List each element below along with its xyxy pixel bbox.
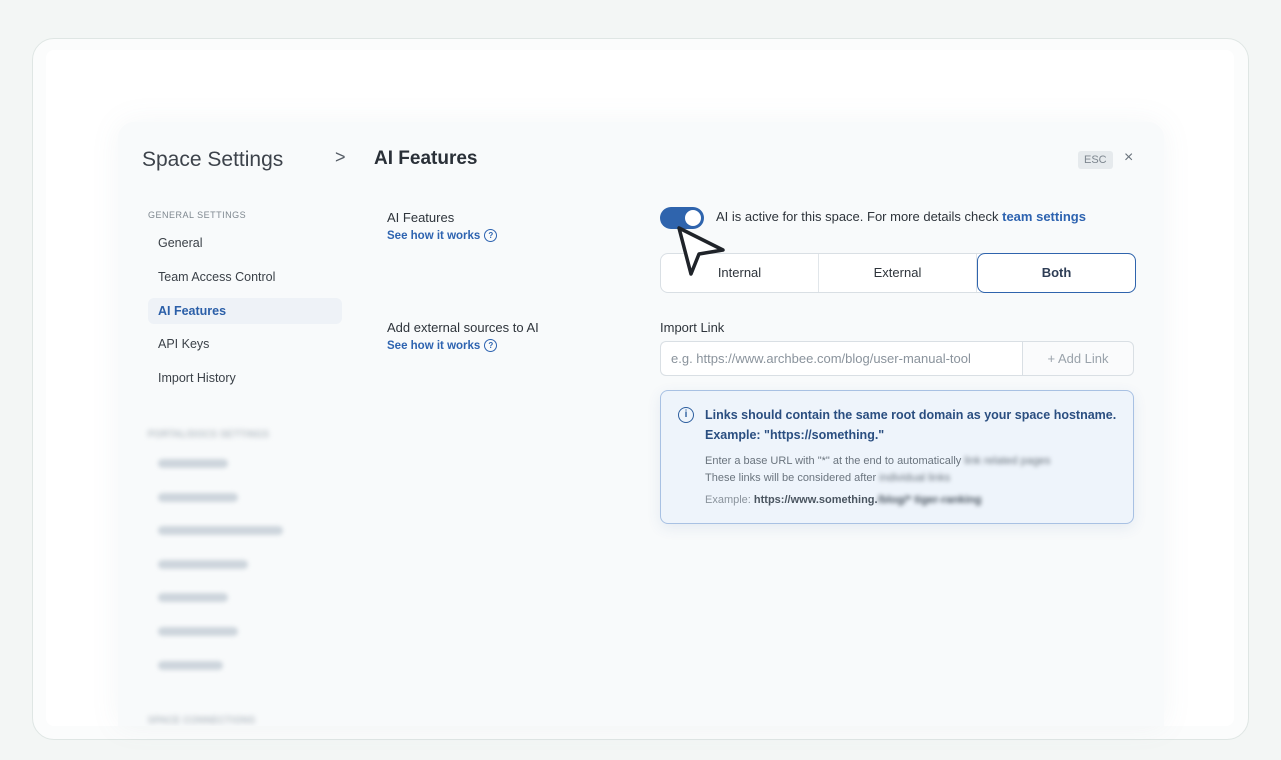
sidebar-heading-docs: PORTAL/DOCS SETTINGS [148,429,270,439]
sidebar-item-blurred[interactable] [158,526,283,535]
import-link-label: Import Link [660,320,725,335]
sidebar-item-team-access-control[interactable]: Team Access Control [148,264,342,290]
info-line-2-text: These links will be considered after [705,472,877,484]
close-icon[interactable]: × [1124,149,1133,167]
mouse-cursor-icon [677,226,725,276]
info-example: Example: https://www.something./blog/* t… [705,494,1117,506]
example-label: Example: [705,494,751,506]
ai-status-text: AI is active for this space. For more de… [716,209,1086,224]
info-title: Links should contain the same root domai… [705,408,1117,442]
sidebar-item-blurred[interactable] [158,459,228,468]
sidebar-heading-connections: SPACE CONNECTIONS [148,715,256,725]
info-line-2-blurred: individual links [879,472,951,484]
info-line-1-text: Enter a base URL with "*" at the end to … [705,455,962,467]
see-how-it-works-link[interactable]: See how it works ? [387,229,498,242]
sidebar-item-blurred[interactable] [158,593,228,602]
esc-badge: ESC [1078,151,1113,169]
see-how-it-works-link-2[interactable]: See how it works ? [387,339,498,352]
ai-scope-segmented-control: Internal External Both [660,253,1136,293]
sidebar-item-import-history[interactable]: Import History [148,365,342,391]
help-circle-icon: ? [484,339,498,352]
sidebar-item-general[interactable]: General [148,230,342,256]
space-settings-modal: Space Settings > AI Features ESC × GENER… [118,122,1164,726]
page-title: AI Features [374,148,478,169]
sidebar-item-blurred[interactable] [158,661,223,670]
example-blurred: /blog/* tiger-ranking [877,494,982,506]
ai-features-label: AI Features [387,210,455,225]
segment-both[interactable]: Both [977,253,1136,293]
sidebar-item-blurred[interactable] [158,493,238,502]
see-how-it-works-text: See how it works [387,339,481,352]
breadcrumb-root[interactable]: Space Settings [142,148,283,172]
help-circle-icon: ? [484,229,498,242]
info-line-1-blurred: link related pages [964,455,1051,467]
info-callout: i Links should contain the same root dom… [660,390,1134,524]
sidebar-heading-general: GENERAL SETTINGS [148,210,247,220]
external-sources-label: Add external sources to AI [387,320,539,335]
sidebar-item-blurred[interactable] [158,627,238,636]
chevron-right-icon: > [335,147,346,167]
sidebar-item-ai-features[interactable]: AI Features [148,298,342,324]
ai-status-message: AI is active for this space. For more de… [716,209,999,224]
sidebar-item-api-keys[interactable]: API Keys [148,331,342,357]
info-line-1: Enter a base URL with "*" at the end to … [705,453,1117,470]
example-value: https://www.something. [753,494,878,506]
sidebar-item-blurred[interactable] [158,560,248,569]
info-line-2: These links will be considered after ind… [705,470,1117,487]
info-icon: i [678,407,694,423]
see-how-it-works-text: See how it works [387,229,481,242]
import-link-input[interactable] [660,341,1022,376]
segment-external[interactable]: External [819,254,977,292]
team-settings-link[interactable]: team settings [1002,209,1086,224]
add-link-button[interactable]: + Add Link [1022,341,1134,376]
